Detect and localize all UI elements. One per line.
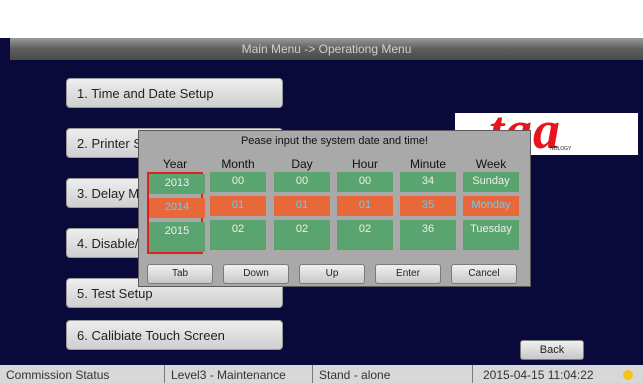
month-column[interactable]: 00 01 02 [210,172,266,254]
menu-item-label: 5. Test Setup [77,285,153,301]
year-column[interactable]: 2013 2014 2015 [147,172,205,254]
menu-item-calibrate[interactable]: 6. Calibiate Touch Screen [66,320,283,350]
day-column[interactable]: 00 01 02 [274,172,330,254]
month-prev[interactable]: 00 [210,172,266,192]
hour-selected[interactable]: 01 [337,196,393,216]
year-selected[interactable]: 2014 [149,198,205,218]
status-bar: Commission Status Level3 - Maintenance S… [0,365,643,383]
column-header-week: Week [475,157,507,171]
status-commission: Commission Status [0,365,165,383]
top-band [0,0,643,38]
status-datetime: 2015-04-15 11:04:22 [483,368,594,382]
day-prev[interactable]: 00 [274,172,330,192]
menu-item-label: 2. Printer S [77,135,143,151]
minute-selected[interactable]: 35 [400,196,456,216]
dialog-title: Pease input the system date and time! [240,135,429,147]
minute-next[interactable]: 36 [400,220,456,250]
hour-column[interactable]: 00 01 02 [337,172,393,254]
logo-subtext: NOLOGY [550,146,572,152]
down-button[interactable]: Down [223,264,289,284]
week-column[interactable]: Sunday Monday Tuesday [463,172,519,254]
year-next[interactable]: 2015 [149,222,205,252]
column-header-day: Day [291,157,313,171]
cancel-button[interactable]: Cancel [451,264,517,284]
column-header-hour: Hour [351,157,378,171]
status-mode: Stand - alone [313,365,473,383]
minute-prev[interactable]: 34 [400,172,456,192]
screen: Main Menu -> Operationg Menu 1. Time and… [0,0,643,383]
hour-prev[interactable]: 00 [337,172,393,192]
menu-item-label: 6. Calibiate Touch Screen [77,327,225,343]
enter-button[interactable]: Enter [375,264,441,284]
day-selected[interactable]: 01 [274,196,330,216]
week-selected[interactable]: Monday [463,196,519,216]
tab-button[interactable]: Tab [147,264,213,284]
year-prev[interactable]: 2013 [149,174,205,194]
menu-item-time-date[interactable]: 1. Time and Date Setup [66,78,283,108]
up-button[interactable]: Up [299,264,365,284]
status-level: Level3 - Maintenance [165,365,313,383]
column-header-month: Month [221,157,255,171]
menu-item-label: 4. Disable/I [77,235,143,251]
column-header-minute: Minute [409,157,447,171]
window-title: Main Menu -> Operationg Menu [241,42,412,56]
menu-item-label: 3. Delay Me [77,185,147,201]
week-prev[interactable]: Sunday [463,172,519,192]
menu-item-label: 1. Time and Date Setup [77,85,214,101]
month-next[interactable]: 02 [210,220,266,250]
day-next[interactable]: 02 [274,220,330,250]
column-header-year: Year [162,157,188,171]
back-button[interactable]: Back [520,340,584,360]
status-indicator-icon [623,370,633,380]
hour-next[interactable]: 02 [337,220,393,250]
title-bar: Main Menu -> Operationg Menu [10,38,643,60]
date-time-dialog: Pease input the system date and time! Ye… [138,130,531,287]
week-next[interactable]: Tuesday [463,220,519,250]
month-selected[interactable]: 01 [210,196,266,216]
minute-column[interactable]: 34 35 36 [400,172,456,254]
